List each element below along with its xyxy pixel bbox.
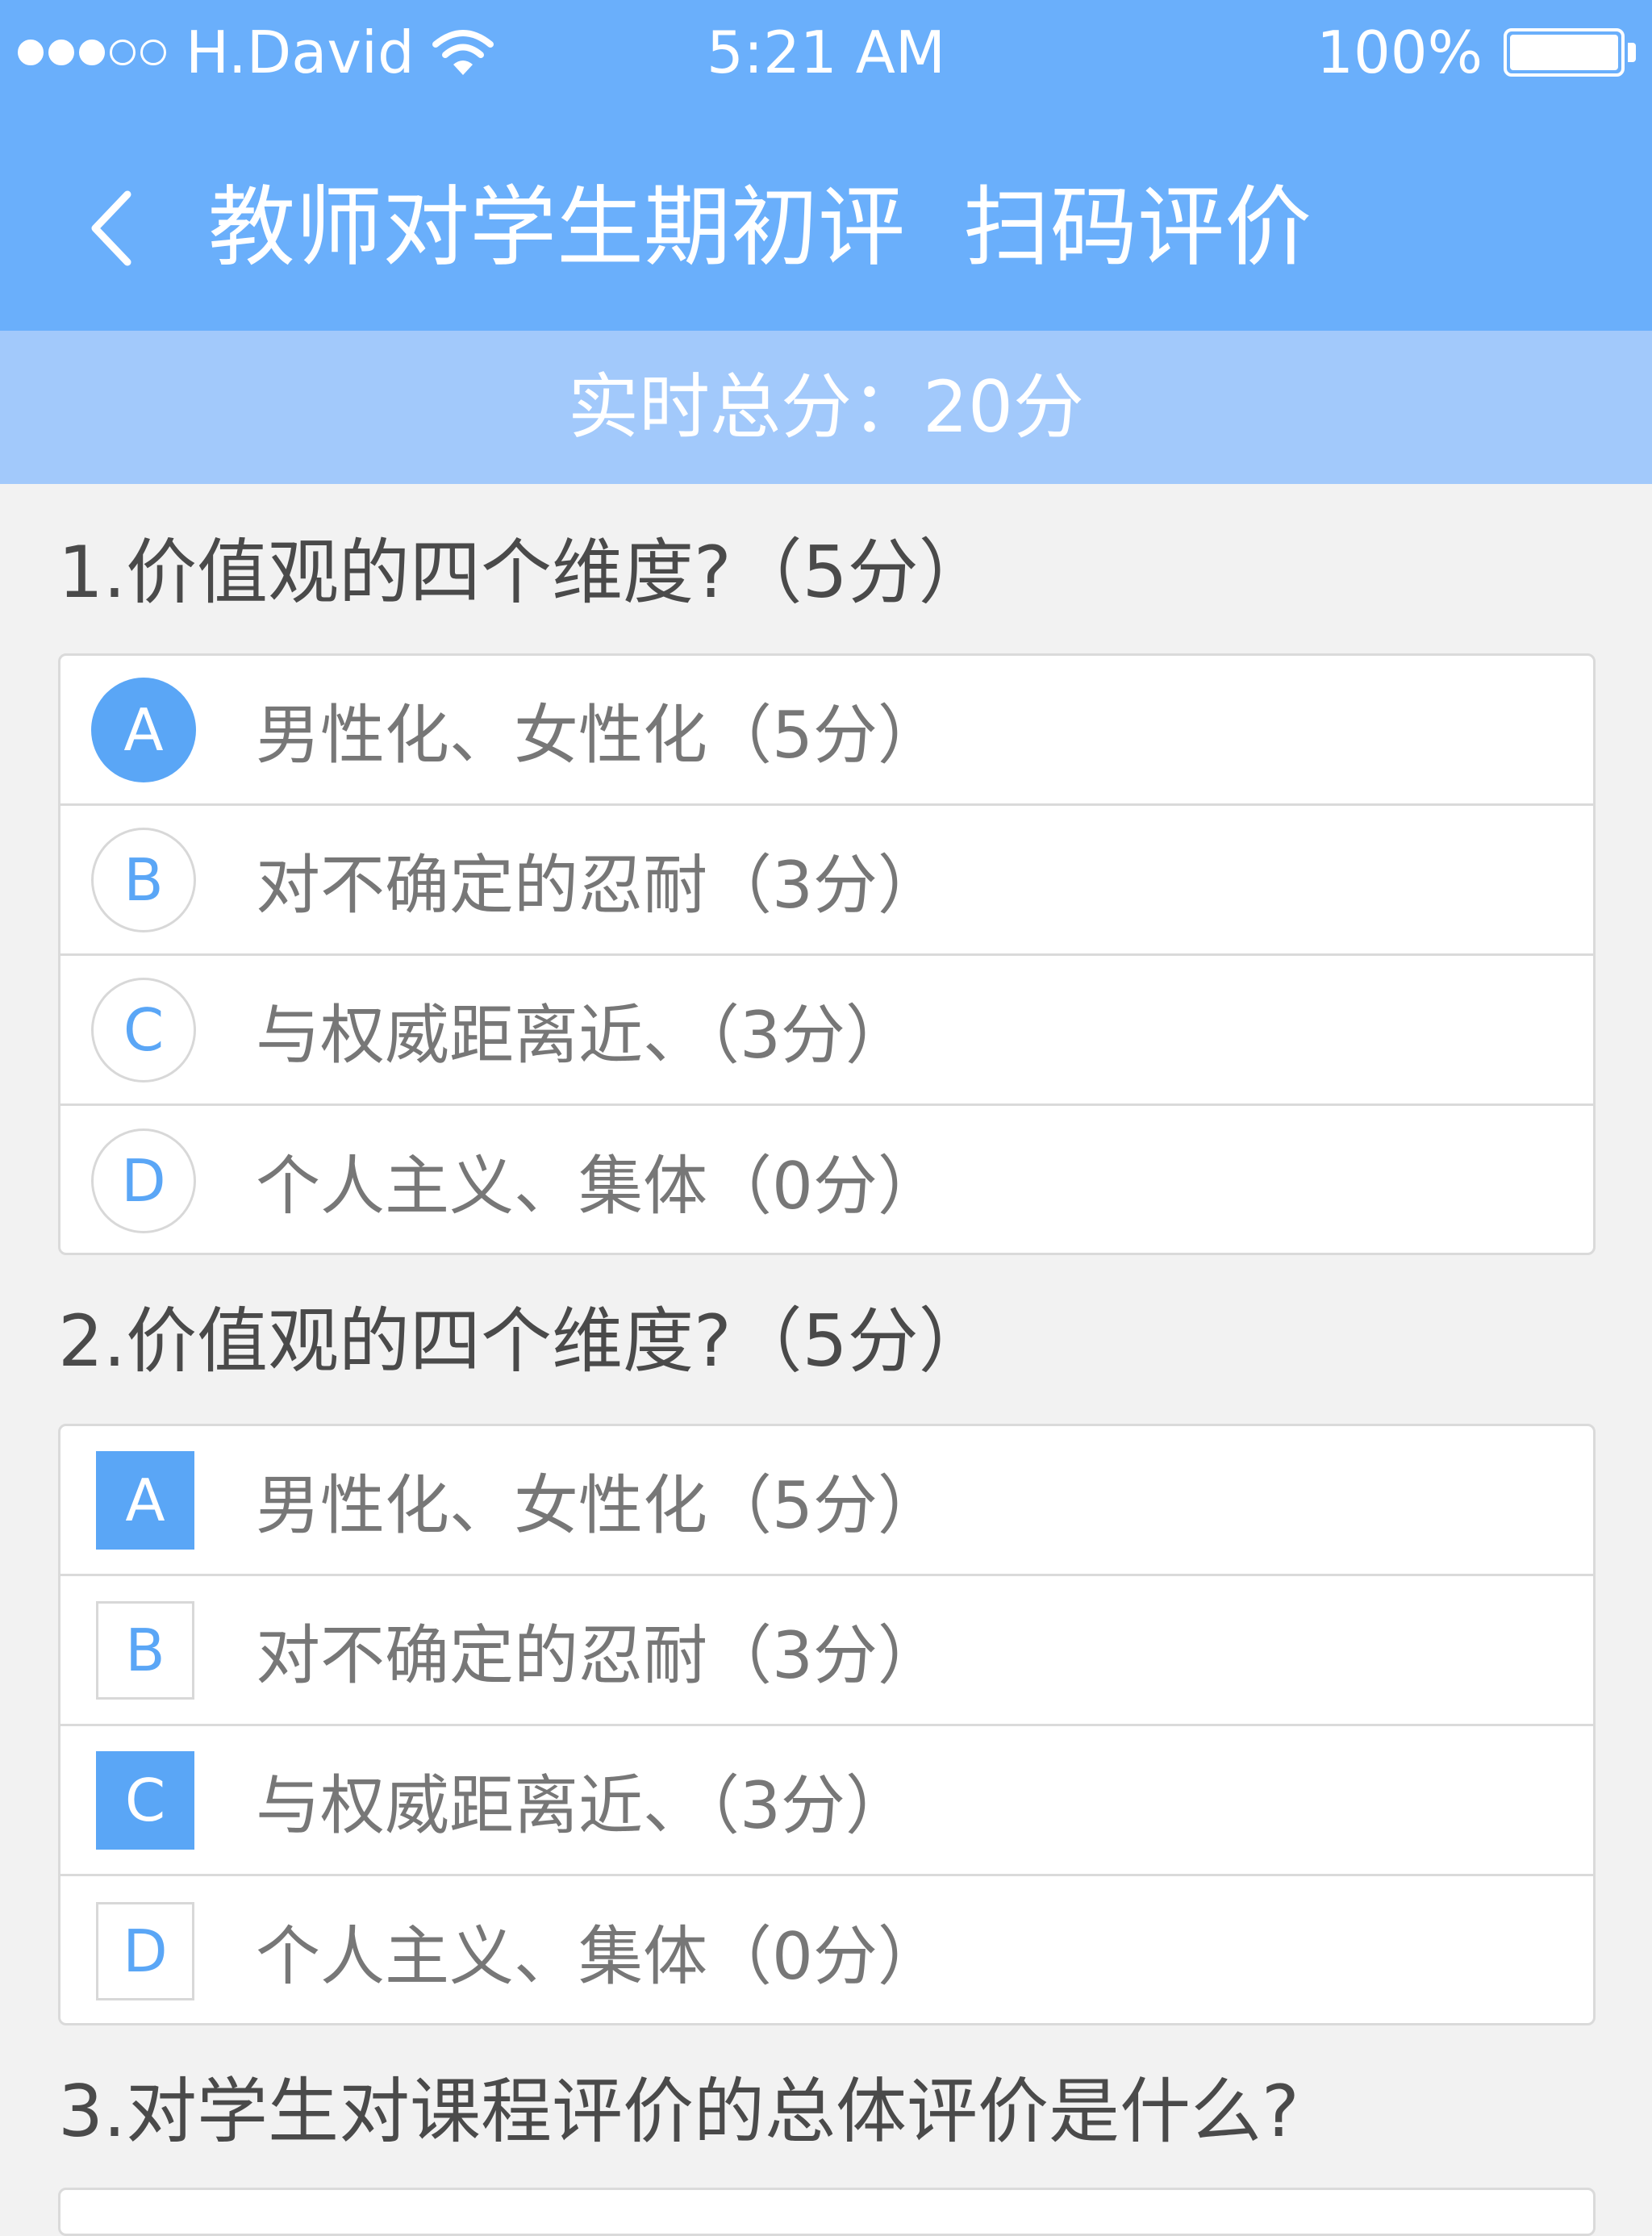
back-chevron-icon[interactable] — [87, 188, 136, 269]
total-score-bar: 实时总分：20分 — [0, 331, 1652, 484]
option-label: 个人主义、集体（0分） — [256, 1149, 942, 1224]
page-title: 教师对学生期初评 扫码评价 — [208, 176, 1312, 281]
status-bar: H.David 5:21 AM 100% — [0, 0, 1652, 105]
battery-icon — [1504, 28, 1625, 77]
option-label: 对不确定的忍耐（3分） — [256, 1617, 942, 1693]
radio-badge[interactable]: B — [91, 827, 196, 932]
radio-badge[interactable]: D — [91, 1128, 196, 1233]
page-title-sub: 扫码评价 — [963, 177, 1312, 278]
radio-badge[interactable]: C — [91, 977, 196, 1083]
question-title: 3.对学生对课程评价的总体评价是什么? — [58, 2070, 1299, 2153]
nav-bar: 教师对学生期初评 扫码评价 — [0, 105, 1652, 331]
options-list: A 男性化、女性化（5分） B 对不确定的忍耐（3分） C 与权威距离近、（3分… — [58, 653, 1596, 1255]
status-right: 100% — [1316, 18, 1636, 87]
page-title-main: 教师对学生期初评 — [208, 177, 906, 278]
option-label: 与权威距离近、（3分） — [256, 1767, 910, 1843]
checkbox-badge[interactable]: C — [96, 1750, 194, 1850]
question-title: 2.价值观的四个维度?（5分） — [58, 1299, 990, 1383]
checkbox-badge[interactable]: A — [96, 1450, 194, 1550]
option-label: 男性化、女性化（5分） — [256, 1467, 942, 1543]
option-row[interactable]: C 与权威距离近、（3分） — [60, 956, 1593, 1106]
option-row[interactable]: A 男性化、女性化（5分） — [60, 1426, 1593, 1576]
option-row[interactable]: C 与权威距离近、（3分） — [60, 1726, 1593, 1876]
option-label: 个人主义、集体（0分） — [256, 1919, 942, 1994]
options-list: A 男性化、女性化（5分） B 对不确定的忍耐（3分） C 与权威距离近、（3分… — [58, 1424, 1596, 2025]
checkbox-badge[interactable]: B — [96, 1600, 194, 1700]
option-row[interactable]: B 对不确定的忍耐（3分） — [60, 806, 1593, 956]
question-title: 1.价值观的四个维度?（5分） — [58, 531, 990, 614]
options-list — [58, 2188, 1596, 2236]
battery-percentage: 100% — [1316, 19, 1483, 86]
radio-badge[interactable]: A — [91, 677, 196, 782]
option-label: 与权威距离近、（3分） — [256, 997, 910, 1073]
option-label: 男性化、女性化（5分） — [256, 697, 942, 773]
option-row[interactable]: B 对不确定的忍耐（3分） — [60, 1576, 1593, 1726]
option-row[interactable]: D 个人主义、集体（0分） — [60, 1876, 1593, 2023]
checkbox-badge[interactable]: D — [96, 1902, 194, 2000]
option-row[interactable]: A 男性化、女性化（5分） — [60, 656, 1593, 806]
option-label: 对不确定的忍耐（3分） — [256, 847, 942, 923]
option-row[interactable]: D 个人主义、集体（0分） — [60, 1106, 1593, 1253]
